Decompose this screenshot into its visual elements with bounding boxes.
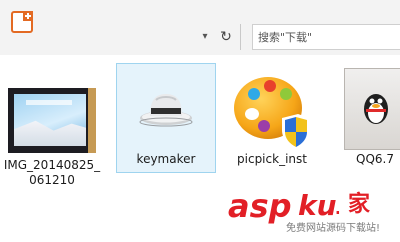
chevron-down-icon[interactable]: ▾ — [199, 31, 211, 43]
qq-penguin-icon — [344, 68, 400, 150]
fedora-hat-icon — [139, 94, 193, 127]
search-input[interactable] — [258, 28, 388, 46]
watermark-domain: ku — [298, 189, 337, 222]
photo-thumbnail[interactable] — [8, 88, 96, 153]
file-label-img[interactable]: IMG_20140825_ 061210 — [2, 158, 102, 188]
toolbar-divider — [240, 24, 241, 50]
file-label-keymaker[interactable]: keymaker — [116, 152, 216, 167]
file-label-picpick[interactable]: picpick_inst — [222, 152, 322, 167]
new-folder-icon[interactable] — [11, 11, 33, 33]
refresh-icon[interactable]: ↻ — [217, 28, 235, 46]
watermark-dot: . — [334, 192, 342, 220]
watermark-tagline: 免费网站源码下载站! — [286, 223, 381, 234]
palette-shield-icon — [234, 77, 310, 150]
search-box[interactable] — [252, 24, 400, 50]
file-label-qq[interactable]: QQ6.7 — [356, 152, 400, 167]
watermark-brand: asp — [228, 187, 292, 225]
watermark-site: 家 — [348, 192, 371, 217]
